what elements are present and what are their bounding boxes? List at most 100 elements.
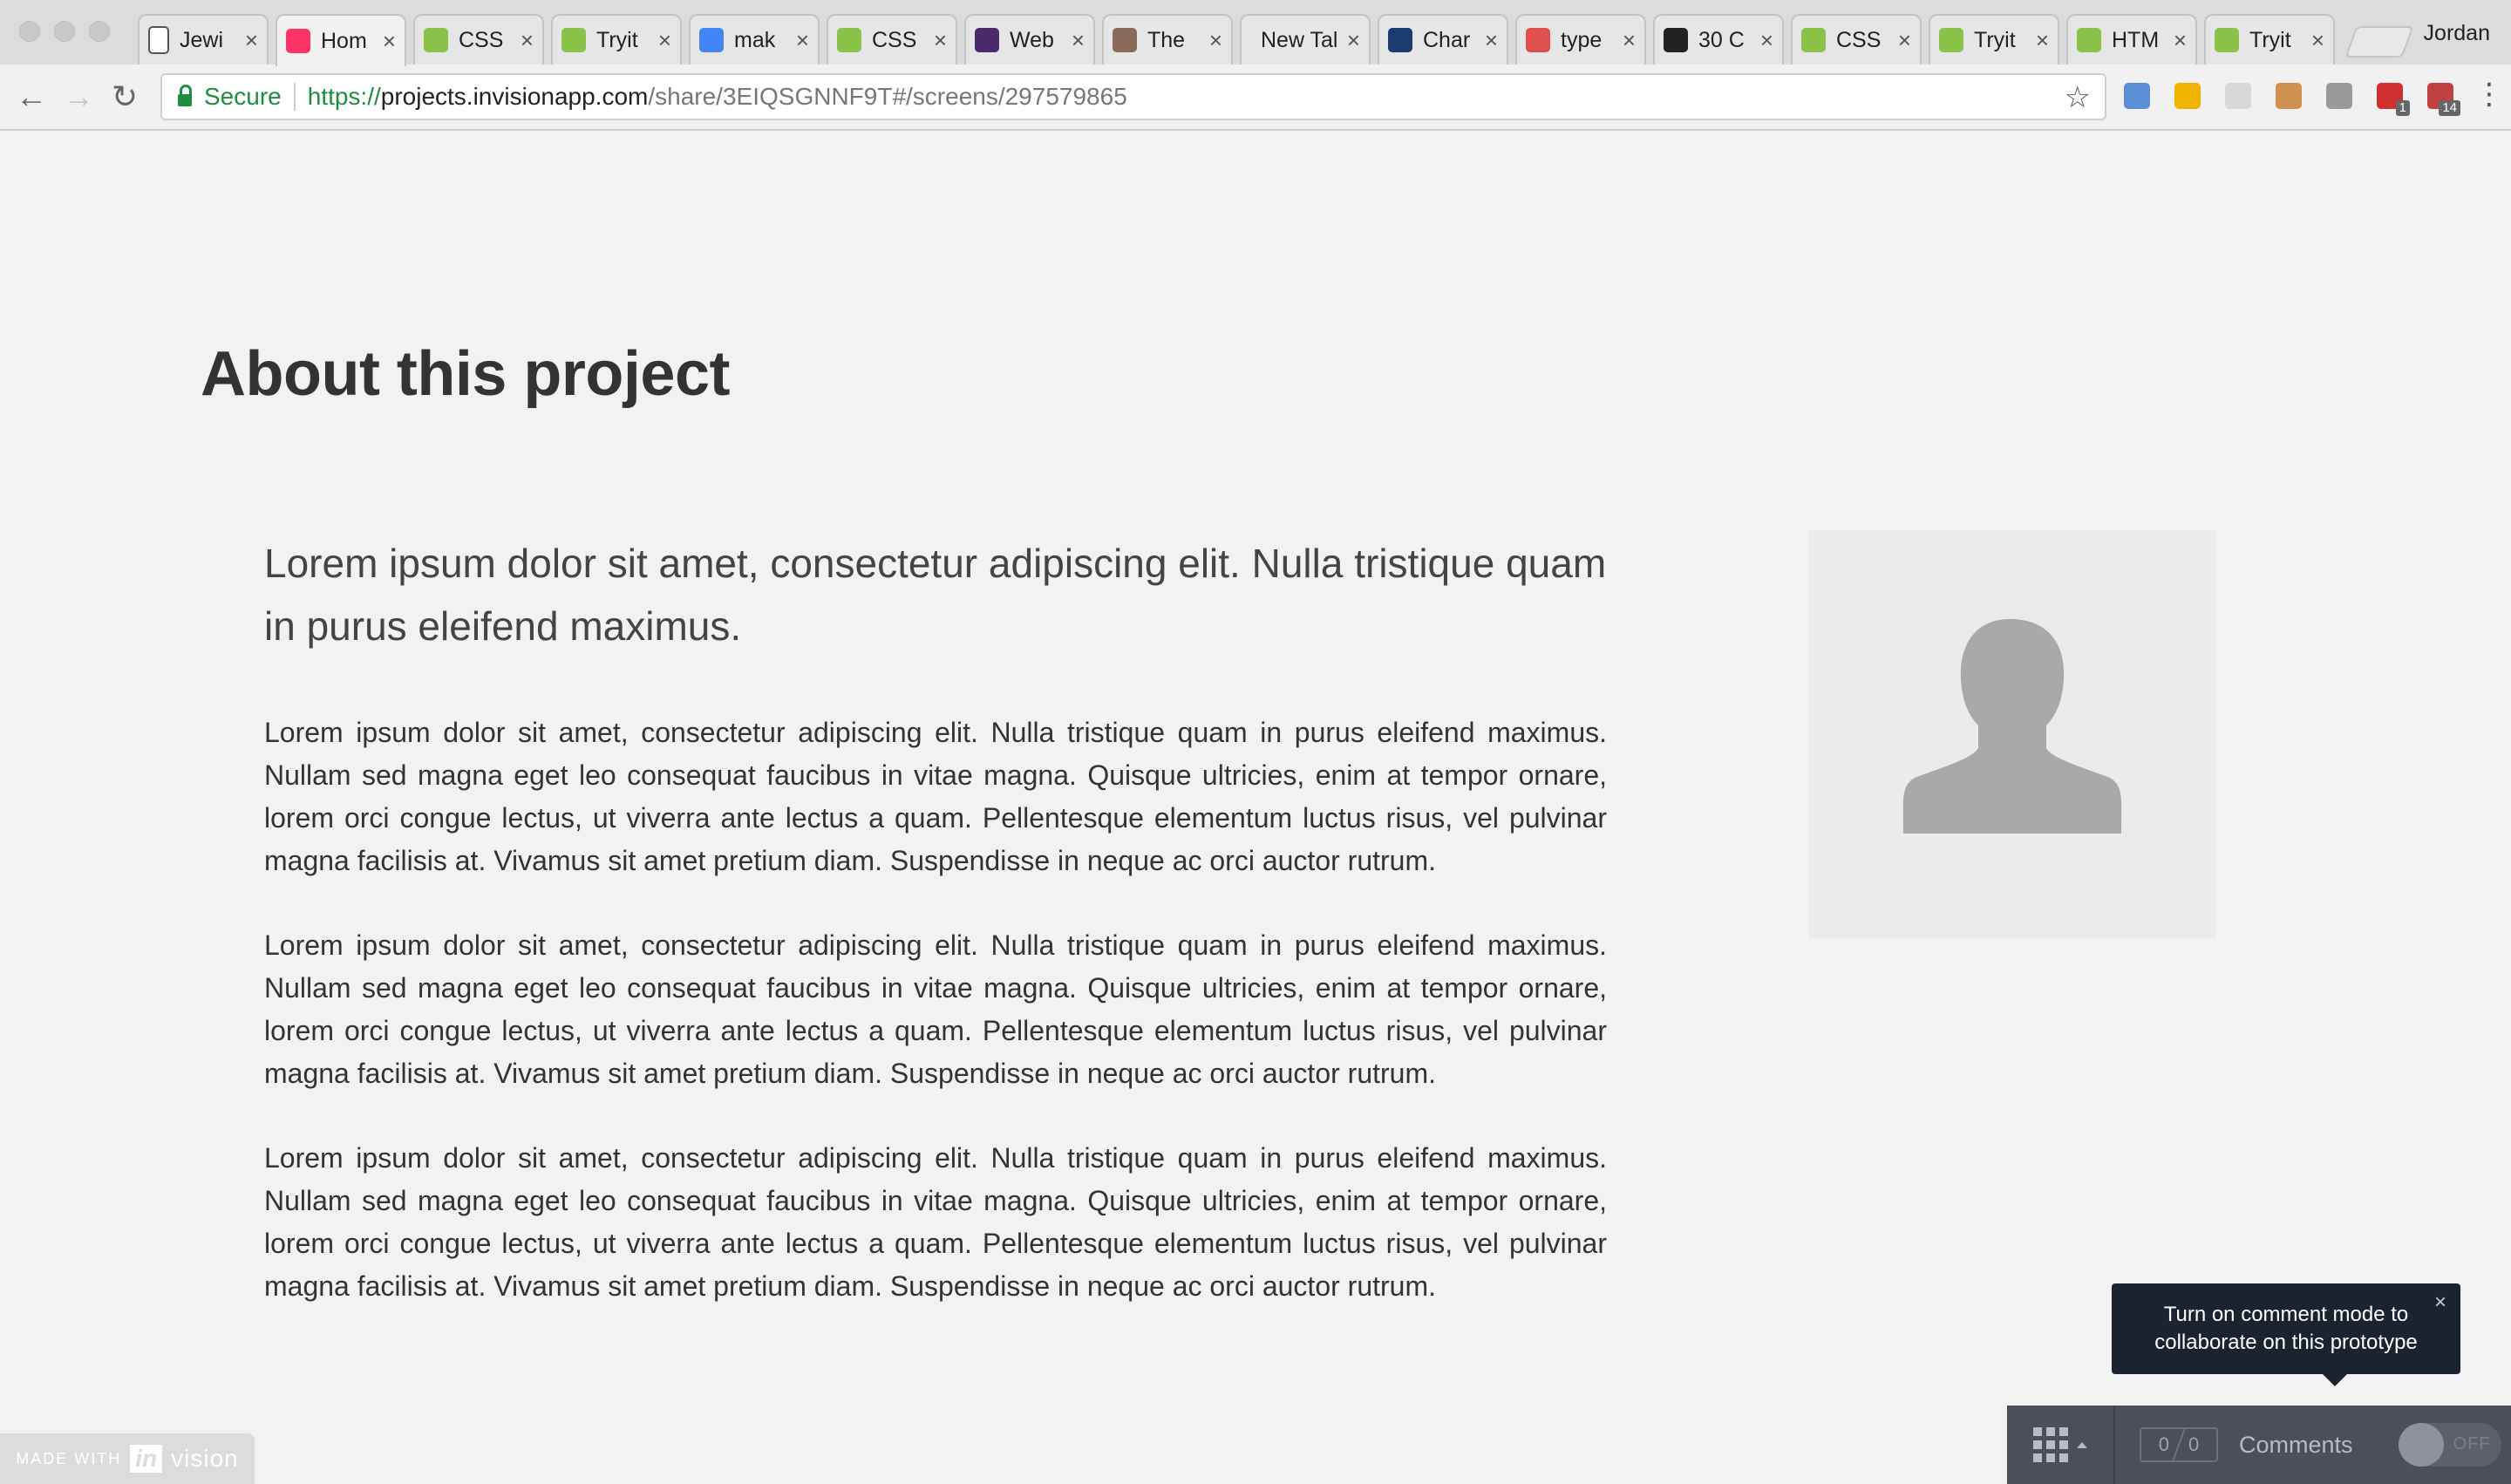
tab-title: mak xyxy=(734,27,776,52)
w3schools-icon xyxy=(837,28,861,52)
tab-close-icon[interactable]: × xyxy=(383,28,396,55)
tab-close-icon[interactable]: × xyxy=(1485,27,1498,54)
lock-icon xyxy=(178,85,192,106)
tab-title: CSS xyxy=(872,27,917,52)
extension-icon-4[interactable] xyxy=(2276,83,2302,109)
w-black-icon xyxy=(1664,28,1688,52)
browser-tab[interactable]: Web × xyxy=(964,14,1095,65)
tab-title: Jewi xyxy=(180,27,224,52)
tab-title: Hom xyxy=(321,28,367,53)
url-host: projects.invisionapp.com xyxy=(380,83,649,110)
caret-up-icon xyxy=(2077,1441,2087,1448)
extension-icon-3[interactable] xyxy=(2225,83,2251,109)
bookmark-star-icon[interactable]: ☆ xyxy=(2065,80,2091,115)
comment-mode-toggle[interactable]: OFF xyxy=(2398,1423,2501,1467)
browser-tab[interactable]: Hom × xyxy=(276,14,406,66)
browser-tab[interactable]: The × xyxy=(1102,14,1233,65)
tab-close-icon[interactable]: × xyxy=(1760,27,1773,54)
browser-tab[interactable]: Char × xyxy=(1378,14,1508,65)
tab-strip: Jewi × Hom × CSS × Tryit × mak × CSS × Web × The × New T… xyxy=(0,0,2511,66)
invision-icon xyxy=(286,29,310,53)
tab-title: Tryit xyxy=(2249,27,2291,52)
extension-icon-1[interactable] xyxy=(2124,83,2150,109)
comment-count: 0 xyxy=(2158,1433,2169,1455)
back-arrow-icon[interactable]: ← xyxy=(16,80,47,113)
profile-button[interactable]: Jordan xyxy=(2424,21,2490,46)
ring-icon xyxy=(1526,28,1550,52)
tab-close-icon[interactable]: × xyxy=(1209,27,1222,54)
browser-tab[interactable]: type × xyxy=(1515,14,1646,65)
w-purple-icon xyxy=(975,28,999,52)
comment-total: 0 xyxy=(2188,1433,2200,1455)
w3schools-icon xyxy=(561,28,586,52)
counter-divider xyxy=(2172,1428,2186,1461)
extension-icon-5[interactable] xyxy=(2326,83,2352,109)
browser-tab[interactable]: Tryit × xyxy=(551,14,682,65)
tab-title: Char xyxy=(1423,27,1471,52)
tab-close-icon[interactable]: × xyxy=(1898,27,1911,54)
calendar-extension-icon[interactable]: 14 xyxy=(2427,83,2460,116)
w3schools-icon xyxy=(424,28,448,52)
tab-close-icon[interactable]: × xyxy=(658,27,671,54)
reload-icon[interactable]: ↻ xyxy=(112,80,138,113)
avatar-placeholder xyxy=(1808,530,2216,938)
screens-menu-button[interactable] xyxy=(2007,1406,2115,1484)
close-window-button[interactable] xyxy=(19,21,40,42)
tab-title: Tryit xyxy=(1974,27,2016,52)
made-with-invision-badge[interactable]: MADE WITH in vision xyxy=(0,1433,255,1484)
tab-close-icon[interactable]: × xyxy=(1347,27,1360,54)
circle-logo-icon xyxy=(1388,28,1412,52)
extension-icon-2[interactable] xyxy=(2174,83,2201,109)
browser-tab[interactable]: 30 C × xyxy=(1653,14,1784,65)
w3schools-icon xyxy=(1939,28,1963,52)
tab-title: CSS xyxy=(459,27,504,52)
adblock-icon[interactable]: 1 xyxy=(2377,83,2410,116)
url-scheme: https:// xyxy=(307,83,381,110)
tab-close-icon[interactable]: × xyxy=(2036,27,2049,54)
tab-close-icon[interactable]: × xyxy=(796,27,809,54)
tab-title: New Tal xyxy=(1261,27,1337,52)
browser-toolbar: ← → ↻ Secure https:// projects.invisiona… xyxy=(0,65,2511,129)
tab-title: Web xyxy=(1010,27,1054,52)
tooltip-text: Turn on comment mode to collaborate on t… xyxy=(2154,1303,2418,1354)
browser-tab[interactable]: Tryit × xyxy=(1929,14,2059,65)
comments-label: Comments xyxy=(2239,1431,2353,1458)
page-title: About this project xyxy=(201,339,730,409)
tab-title: 30 C xyxy=(1698,27,1745,52)
tab-close-icon[interactable]: × xyxy=(2174,27,2187,54)
browser-menu-icon[interactable]: ⋮ xyxy=(2474,77,2504,112)
browser-chrome: Jewi × Hom × CSS × Tryit × mak × CSS × Web × The × New T… xyxy=(0,0,2511,131)
user-silhouette-icon xyxy=(1902,619,2122,834)
tab-close-icon[interactable]: × xyxy=(934,27,947,54)
tab-close-icon[interactable]: × xyxy=(2311,27,2324,54)
w3schools-icon xyxy=(1801,28,1826,52)
forward-arrow-icon[interactable]: → xyxy=(63,80,94,113)
address-divider xyxy=(293,83,296,111)
new-tab-button[interactable] xyxy=(2344,26,2414,58)
close-icon[interactable]: × xyxy=(2434,1289,2446,1317)
browser-tab[interactable]: HTM × xyxy=(2066,14,2197,65)
secure-label: Secure xyxy=(204,83,282,110)
browser-tab[interactable]: CSS × xyxy=(827,14,957,65)
browser-tab[interactable]: Tryit × xyxy=(2204,14,2335,65)
w3schools-icon xyxy=(2215,28,2239,52)
address-bar[interactable]: Secure https:// projects.invisionapp.com… xyxy=(160,73,2106,120)
comment-counter: 0 0 xyxy=(2140,1427,2218,1462)
zoom-window-button[interactable] xyxy=(89,21,110,42)
browser-tab[interactable]: CSS × xyxy=(1791,14,1922,65)
tab-title: The xyxy=(1147,27,1186,52)
tab-title: type xyxy=(1561,27,1603,52)
tab-close-icon[interactable]: × xyxy=(1072,27,1085,54)
tab-close-icon[interactable]: × xyxy=(1623,27,1636,54)
tab-close-icon[interactable]: × xyxy=(521,27,534,54)
tab-title: CSS xyxy=(1836,27,1882,52)
minimize-window-button[interactable] xyxy=(54,21,75,42)
w3schools-icon xyxy=(2077,28,2101,52)
browser-tab[interactable]: Jewi × xyxy=(138,14,269,65)
browser-tab[interactable]: CSS × xyxy=(413,14,544,65)
prototype-screen: About this project Lorem ipsum dolor sit… xyxy=(0,131,2511,1484)
browser-tab[interactable]: mak × xyxy=(689,14,820,65)
extension-badge: 1 xyxy=(2395,100,2410,116)
tab-close-icon[interactable]: × xyxy=(245,27,258,54)
browser-tab[interactable]: New Tal × xyxy=(1240,14,1371,65)
